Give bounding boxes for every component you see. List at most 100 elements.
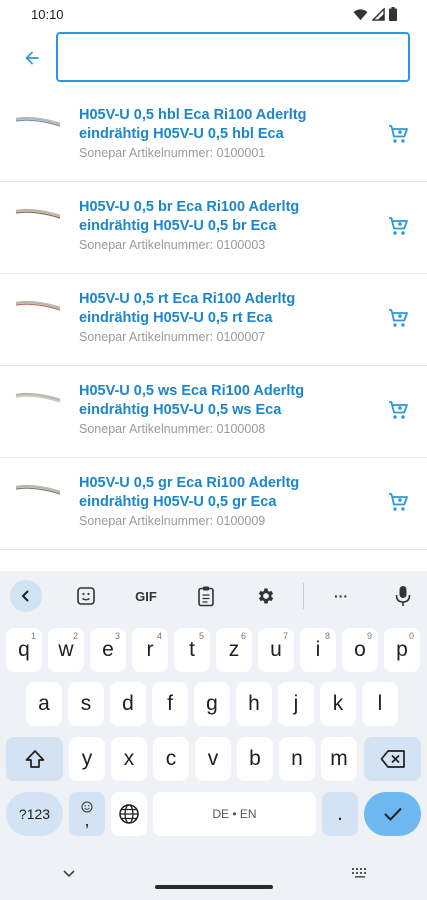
back-button[interactable] [18,44,46,72]
home-handle[interactable] [155,885,273,889]
key-hint: 7 [282,631,288,641]
key-y[interactable]: y [69,737,105,781]
key-hint: 4 [156,631,162,641]
key-c[interactable]: c [153,737,189,781]
arrow-back-icon [25,51,39,65]
system-navigation-bar [0,855,427,900]
period-key[interactable]: . [322,792,358,836]
cable-thumbnail [15,208,61,219]
key-label: r [146,638,154,661]
search-input[interactable] [56,32,410,82]
shift-icon [25,750,44,768]
list-item[interactable]: H05V-U 0,5 br Eca Ri100 Aderltg eindräht… [0,182,427,274]
cart-icon [389,217,408,235]
backspace-icon [380,750,405,768]
key-n[interactable]: n [279,737,315,781]
key-label: e [102,638,114,661]
list-item[interactable]: H05V-U 0,5 rt Eca Ri100 Aderltg eindräht… [0,274,427,366]
key-v[interactable]: v [195,737,231,781]
add-to-cart-button[interactable] [384,396,412,424]
key-hint: 9 [366,631,372,641]
on-screen-keyboard: GIF ··· q1 w2 e3 r4 t5 z6 u7 i8 o9 p0 a … [0,571,427,900]
key-l[interactable]: l [362,682,398,726]
list-item[interactable]: H05V-U 0,5 gr Eca Ri100 Aderltg eindräht… [0,458,427,550]
microphone-icon [395,586,411,606]
key-hint: 0 [408,631,414,641]
toolbar-collapse-button[interactable] [10,580,42,612]
key-x[interactable]: x [111,737,147,781]
language-key[interactable] [111,792,147,836]
voice-input-button[interactable] [389,580,417,612]
item-article-number: Sonepar Artikelnummer: 0100003 [79,238,266,252]
clipboard-button[interactable] [192,580,220,612]
enter-key[interactable] [364,792,421,836]
key-u[interactable]: u7 [258,628,294,672]
key-d[interactable]: d [110,682,146,726]
key-t[interactable]: t5 [174,628,210,672]
key-s[interactable]: s [68,682,104,726]
key-j[interactable]: j [278,682,314,726]
signal-icon [372,7,385,21]
key-g[interactable]: g [194,682,230,726]
shift-key[interactable] [6,737,63,781]
key-o[interactable]: o9 [342,628,378,672]
globe-icon [119,804,139,824]
cart-icon [389,401,408,419]
hide-keyboard-icon[interactable] [62,869,76,879]
cart-icon [389,309,408,327]
settings-button[interactable] [252,580,280,612]
list-item[interactable]: H05V-U 0,5 hbl Eca Ri100 Aderltg eindräh… [0,90,427,182]
add-to-cart-button[interactable] [384,120,412,148]
more-button[interactable]: ··· [327,580,355,612]
list-item[interactable]: H05V-U 0,5 ws Eca Ri100 Aderltg eindräht… [0,366,427,458]
key-k[interactable]: k [320,682,356,726]
add-to-cart-button[interactable] [384,488,412,516]
key-i[interactable]: i8 [300,628,336,672]
key-a[interactable]: a [26,682,62,726]
key-r[interactable]: r4 [132,628,168,672]
sticker-icon [77,587,95,605]
item-title[interactable]: H05V-U 0,5 ws Eca Ri100 Aderltg eindräht… [79,382,369,419]
cart-icon [389,125,408,143]
add-to-cart-button[interactable] [384,304,412,332]
key-label: u [270,638,282,661]
key-hint: 1 [30,631,36,641]
item-title[interactable]: H05V-U 0,5 hbl Eca Ri100 Aderltg eindräh… [79,106,369,143]
item-title[interactable]: H05V-U 0,5 gr Eca Ri100 Aderltg eindräht… [79,474,369,511]
backspace-key[interactable] [364,737,421,781]
space-key[interactable]: DE • EN [153,792,316,836]
status-bar: 10:10 [0,0,427,28]
key-z[interactable]: z6 [216,628,252,672]
sticker-button[interactable] [72,580,100,612]
keyboard-switch-icon[interactable] [351,867,369,879]
item-title[interactable]: H05V-U 0,5 br Eca Ri100 Aderltg eindräht… [79,198,369,235]
chevron-left-icon [21,590,29,602]
add-to-cart-button[interactable] [384,212,412,240]
key-label: i [315,638,321,661]
key-label: w [58,638,74,661]
key-label: q [18,638,30,661]
key-m[interactable]: m [321,737,357,781]
key-q[interactable]: q1 [6,628,42,672]
emoji-comma-key[interactable]: , [69,792,105,836]
key-p[interactable]: p0 [384,628,420,672]
app-bar [0,28,427,90]
gear-icon [258,588,274,604]
key-w[interactable]: w2 [48,628,84,672]
item-title[interactable]: H05V-U 0,5 rt Eca Ri100 Aderltg eindräht… [79,290,369,327]
results-list: H05V-U 0,5 hbl Eca Ri100 Aderltg eindräh… [0,90,427,550]
battery-icon [389,7,397,21]
key-b[interactable]: b [237,737,273,781]
symbols-key[interactable]: ?123 [6,792,63,836]
key-f[interactable]: f [152,682,188,726]
gif-button[interactable]: GIF [128,580,164,612]
key-e[interactable]: e3 [90,628,126,672]
item-article-number: Sonepar Artikelnummer: 0100009 [79,514,266,528]
keyboard-toolbar: GIF ··· [0,571,427,621]
key-h[interactable]: h [236,682,272,726]
cart-icon [389,493,408,511]
cable-thumbnail [15,392,61,403]
wifi-icon [353,8,368,20]
key-label: o [354,638,366,661]
key-label: t [189,638,195,661]
